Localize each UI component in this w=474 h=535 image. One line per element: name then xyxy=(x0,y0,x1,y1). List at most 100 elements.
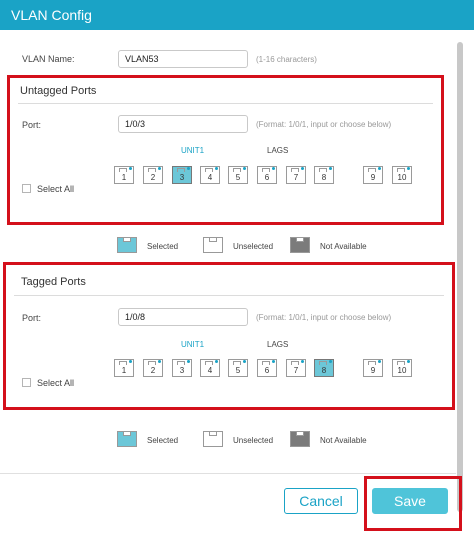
dialog-title: VLAN Config xyxy=(11,7,92,23)
port-link-dot xyxy=(129,360,132,363)
port-link-dot xyxy=(243,360,246,363)
untagged-port-input[interactable]: 1/0/3 xyxy=(118,115,248,133)
port-notch xyxy=(262,168,270,172)
legend-not-available-swatch-2 xyxy=(290,431,310,447)
legend-selected-label: Selected xyxy=(147,242,179,251)
port-link-dot xyxy=(329,167,332,170)
untagged-port-7[interactable]: 7 xyxy=(286,166,306,184)
port-notch xyxy=(233,168,241,172)
untagged-port-1[interactable]: 1 xyxy=(114,166,134,184)
save-button[interactable]: Save xyxy=(372,488,448,514)
port-notch xyxy=(177,168,185,172)
tagged-port-1[interactable]: 1 xyxy=(114,359,134,377)
port-number: 3 xyxy=(179,173,185,182)
vlan-name-hint: (1-16 characters) xyxy=(256,55,317,64)
footer-divider xyxy=(0,473,456,474)
cancel-button[interactable]: Cancel xyxy=(284,488,358,514)
tagged-port-6[interactable]: 6 xyxy=(257,359,277,377)
port-notch xyxy=(148,168,156,172)
legend-selected-label-2: Selected xyxy=(147,436,179,445)
port-notch xyxy=(205,361,213,365)
untagged-lag-10[interactable]: 10 xyxy=(392,166,412,184)
port-number: 9 xyxy=(370,173,376,182)
port-number: 2 xyxy=(150,366,156,375)
port-notch xyxy=(262,361,270,365)
port-link-dot xyxy=(215,167,218,170)
untagged-port-label: Port: xyxy=(22,120,42,130)
port-notch xyxy=(319,361,327,365)
port-link-dot xyxy=(301,167,304,170)
port-number: 1 xyxy=(121,366,127,375)
port-notch xyxy=(397,168,405,172)
port-notch xyxy=(233,361,241,365)
port-number: 6 xyxy=(264,173,270,182)
port-notch xyxy=(319,168,327,172)
legend-unselected-swatch-2 xyxy=(203,431,223,447)
tagged-unit-label: UNIT1 xyxy=(181,340,205,349)
untagged-lag-9[interactable]: 9 xyxy=(363,166,383,184)
tagged-port-8[interactable]: 8 xyxy=(314,359,334,377)
port-link-dot xyxy=(378,167,381,170)
tagged-lag-9[interactable]: 9 xyxy=(363,359,383,377)
port-notch xyxy=(119,168,127,172)
port-notch xyxy=(119,361,127,365)
port-notch xyxy=(368,361,376,365)
untagged-port-3[interactable]: 3 xyxy=(172,166,192,184)
port-number: 7 xyxy=(293,173,299,182)
port-notch xyxy=(291,168,299,172)
tagged-port-7[interactable]: 7 xyxy=(286,359,306,377)
port-number: 7 xyxy=(293,366,299,375)
tagged-select-all-label: Select All xyxy=(37,378,75,388)
port-number: 4 xyxy=(207,173,213,182)
port-link-dot xyxy=(407,360,410,363)
port-link-dot xyxy=(158,167,161,170)
port-number: 8 xyxy=(321,173,327,182)
untagged-unit-label: UNIT1 xyxy=(181,146,205,155)
port-number: 4 xyxy=(207,366,213,375)
untagged-port-2[interactable]: 2 xyxy=(143,166,163,184)
vlan-name-input[interactable]: VLAN53 xyxy=(118,50,248,68)
tagged-port-input[interactable]: 1/0/8 xyxy=(118,308,248,326)
port-notch xyxy=(177,361,185,365)
port-number: 5 xyxy=(235,366,241,375)
untagged-port-6[interactable]: 6 xyxy=(257,166,277,184)
legend-selected-swatch xyxy=(117,237,137,253)
port-notch xyxy=(368,168,376,172)
port-number: 5 xyxy=(235,173,241,182)
untagged-port-8[interactable]: 8 xyxy=(314,166,334,184)
port-link-dot xyxy=(272,167,275,170)
scrollbar-thumb[interactable] xyxy=(457,42,463,512)
port-number: 10 xyxy=(397,173,407,182)
port-number: 9 xyxy=(370,366,376,375)
tagged-ports-title: Tagged Ports xyxy=(21,276,86,288)
port-link-dot xyxy=(187,360,190,363)
tagged-lag-10[interactable]: 10 xyxy=(392,359,412,377)
untagged-ports-title: Untagged Ports xyxy=(20,85,97,97)
untagged-port-4[interactable]: 4 xyxy=(200,166,220,184)
tagged-port-4[interactable]: 4 xyxy=(200,359,220,377)
untagged-port-5[interactable]: 5 xyxy=(228,166,248,184)
port-notch xyxy=(205,168,213,172)
tagged-port-label: Port: xyxy=(22,313,42,323)
port-link-dot xyxy=(272,360,275,363)
port-link-dot xyxy=(129,167,132,170)
vlan-config-dialog: VLAN Config VLAN Name: VLAN53 (1-16 char… xyxy=(0,0,474,535)
scrollbar[interactable] xyxy=(457,30,463,530)
tagged-lags-label: LAGS xyxy=(267,340,289,349)
port-number: 10 xyxy=(397,366,407,375)
tagged-select-all-checkbox[interactable] xyxy=(22,378,31,387)
port-number: 3 xyxy=(179,366,185,375)
tagged-port-3[interactable]: 3 xyxy=(172,359,192,377)
port-link-dot xyxy=(329,360,332,363)
port-link-dot xyxy=(243,167,246,170)
port-number: 2 xyxy=(150,173,156,182)
port-notch xyxy=(397,361,405,365)
tagged-port-2[interactable]: 2 xyxy=(143,359,163,377)
port-link-dot xyxy=(407,167,410,170)
port-notch xyxy=(148,361,156,365)
untagged-select-all-checkbox[interactable] xyxy=(22,184,31,193)
port-notch xyxy=(291,361,299,365)
tagged-port-5[interactable]: 5 xyxy=(228,359,248,377)
port-number: 8 xyxy=(321,366,327,375)
dialog-titlebar: VLAN Config xyxy=(0,0,474,30)
